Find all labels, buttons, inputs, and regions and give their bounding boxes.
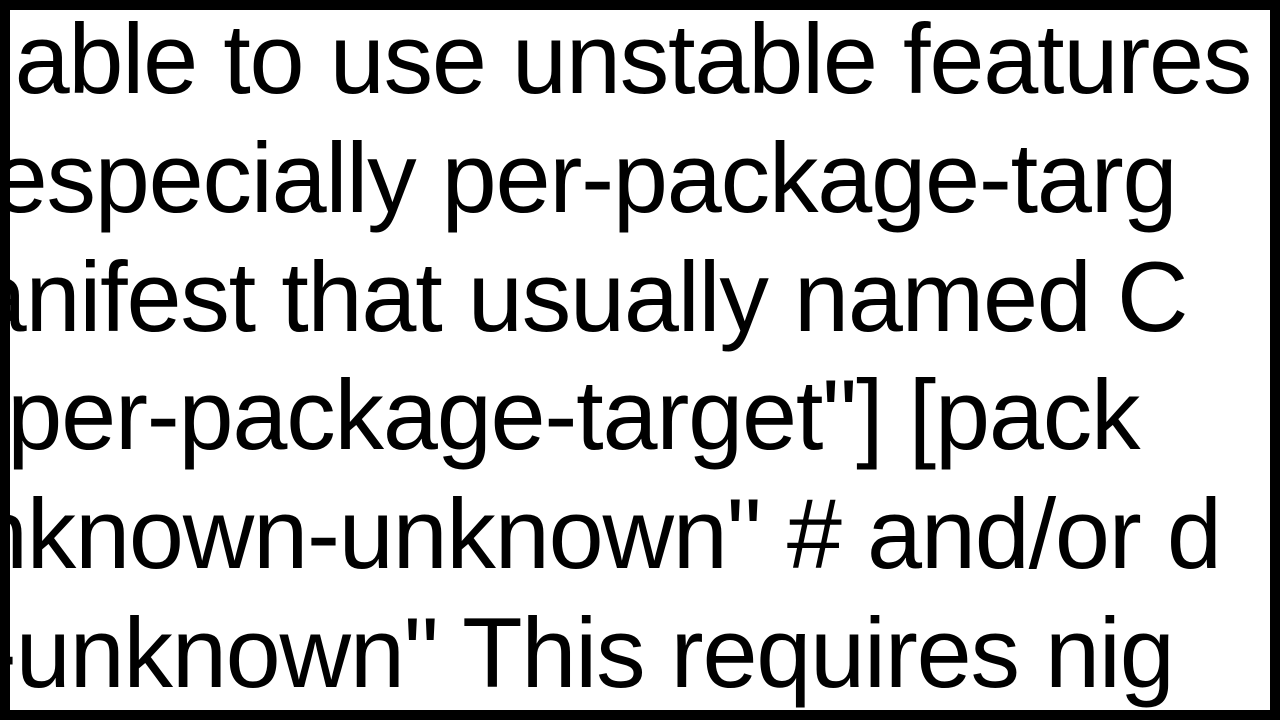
text-line-4: ures = ["per-package-target"] [pack <box>0 356 1280 475</box>
text-line-3: crate manifest that usually named C <box>0 238 1280 357</box>
text-line-1: If you're able to use unstable features <box>0 0 1280 119</box>
text-line-2: es, and especially per-package-targ <box>0 119 1280 238</box>
document-text-block: If you're able to use unstable features … <box>0 0 1280 713</box>
text-line-6: nknown-unknown" This requires nig <box>0 594 1280 713</box>
text-line-5: sm32-unknown-unknown" # and/or d <box>0 475 1280 594</box>
document-frame: If you're able to use unstable features … <box>0 0 1280 720</box>
